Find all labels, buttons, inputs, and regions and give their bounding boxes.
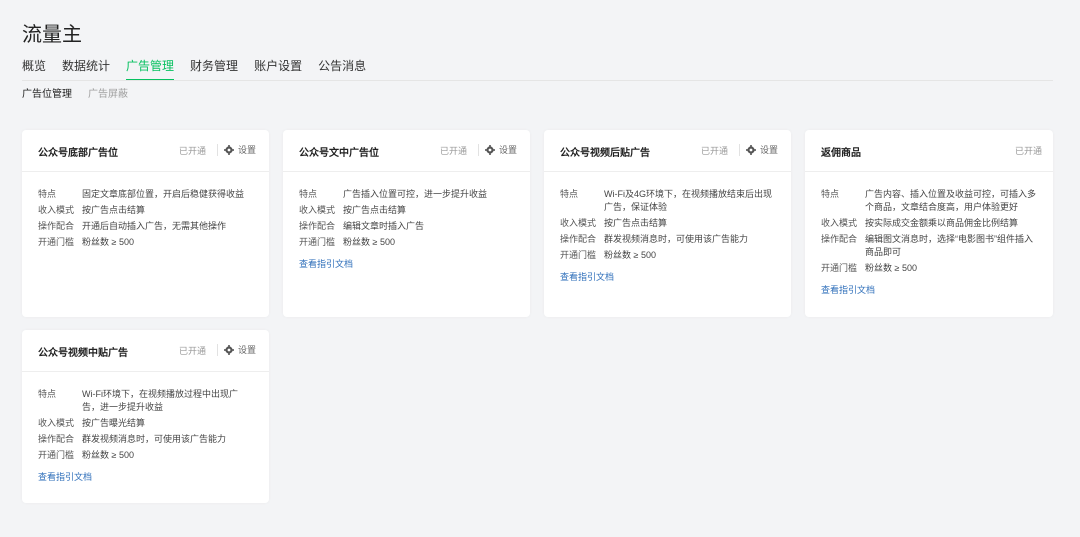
income-label: 收入模式 — [299, 205, 336, 215]
settings-label: 设置 — [499, 145, 518, 155]
settings-button[interactable]: 设置 — [224, 343, 256, 356]
operation-value: 群发视频消息时，可使用该广告能力 — [82, 434, 227, 444]
operation-value: 编辑文章时插入广告 — [343, 221, 425, 231]
card-title: 公众号视频中贴广告 — [38, 348, 128, 359]
ad-card-in-article: 公众号文中广告位 已开通 设置 特点 广告插入位置可控，进一步提升收益 收入模式按… — [283, 130, 530, 317]
ad-card-video-mid-roll: 公众号视频中贴广告 已开通 设置 特点 Wi-Fi环境下，在视频播放过程中出现广告… — [22, 330, 269, 503]
card-title: 公众号文中广告位 — [299, 148, 379, 159]
tab-finance[interactable]: 财务管理 — [190, 58, 238, 81]
page-title: 流量主 — [22, 24, 82, 46]
operation-label: 操作配合 — [560, 234, 597, 244]
tab-announcements[interactable]: 公告消息 — [318, 58, 366, 81]
gear-icon — [224, 144, 234, 155]
threshold-label: 开通门槛 — [560, 250, 597, 260]
income-value: 按广告曝光结算 — [82, 418, 146, 428]
feature-value: 固定文章底部位置，开启后稳健获得收益 — [82, 189, 245, 199]
main-tabs: 概览 数据统计 广告管理 财务管理 账户设置 公告消息 — [22, 58, 382, 82]
operation-value: 群发视频消息时，可使用该广告能力 — [604, 234, 749, 244]
ad-card-article-bottom: 公众号底部广告位 已开通 设置 特点 固定文章底部位置，开启后稳健获得收益 收入模… — [22, 130, 269, 317]
feature-label: 特点 — [38, 389, 57, 399]
operation-value: 编辑图文消息时，选择“电影图书”组件插入商品即可 — [865, 234, 1033, 257]
status-label: 已开通 — [179, 346, 207, 356]
settings-label: 设置 — [238, 345, 257, 355]
threshold-value: 粉丝数 ≥ 500 — [865, 263, 917, 273]
threshold-label: 开通门槛 — [38, 237, 75, 247]
tab-ad-management[interactable]: 广告管理 — [126, 58, 175, 81]
card-title: 公众号底部广告位 — [38, 148, 118, 159]
income-label: 收入模式 — [560, 218, 597, 228]
income-value: 按广告点击结算 — [604, 218, 668, 228]
feature-label: 特点 — [299, 189, 318, 199]
income-value: 按广告点击结算 — [82, 205, 146, 215]
settings-label: 设置 — [238, 145, 257, 155]
subtab-ad-slot-management[interactable]: 广告位管理 — [22, 88, 72, 102]
gear-icon — [746, 144, 756, 155]
threshold-label: 开通门槛 — [299, 237, 336, 247]
status-label: 已开通 — [440, 146, 468, 156]
settings-button[interactable]: 设置 — [746, 143, 778, 156]
ad-card-rebate-products: 返佣商品 已开通 特点 广告内容、插入位置及收益可控，可插入多个商品，文章结合度高… — [805, 130, 1053, 317]
feature-value: 广告内容、插入位置及收益可控，可插入多个商品，文章结合度高，用户体验更好 — [865, 189, 1037, 212]
subtab-ad-blocking[interactable]: 广告屏蔽 — [88, 88, 128, 102]
tab-data-statistics[interactable]: 数据统计 — [62, 58, 110, 81]
divider — [478, 144, 479, 156]
income-label: 收入模式 — [38, 418, 75, 428]
tabs-divider — [22, 80, 1053, 81]
tab-account-settings[interactable]: 账户设置 — [254, 58, 302, 81]
sub-tabs: 广告位管理 广告屏蔽 — [22, 88, 144, 102]
divider — [217, 344, 218, 356]
operation-label: 操作配合 — [38, 434, 75, 444]
settings-button[interactable]: 设置 — [224, 143, 256, 156]
feature-label: 特点 — [38, 189, 57, 199]
guide-doc-link[interactable]: 查看指引文档 — [821, 283, 1037, 296]
operation-label: 操作配合 — [38, 221, 75, 231]
settings-label: 设置 — [760, 145, 779, 155]
operation-label: 操作配合 — [299, 221, 336, 231]
divider — [739, 144, 740, 156]
card-title: 返佣商品 — [821, 148, 861, 159]
settings-button[interactable]: 设置 — [485, 143, 517, 156]
feature-value: Wi-Fi及4G环境下，在视频播放结束后出现广告，保证体验 — [604, 189, 772, 212]
threshold-value: 粉丝数 ≥ 500 — [82, 237, 134, 247]
status-label: 已开通 — [701, 146, 729, 156]
feature-value: Wi-Fi环境下，在视频播放过程中出现广告，进一步提升收益 — [82, 389, 238, 412]
feature-value: 广告插入位置可控，进一步提升收益 — [343, 189, 488, 199]
income-value: 按实际成交金额乘以商品佣金比例结算 — [865, 218, 1019, 228]
feature-label: 特点 — [560, 189, 579, 199]
income-value: 按广告点击结算 — [343, 205, 407, 215]
status-label: 已开通 — [1015, 146, 1043, 156]
threshold-value: 粉丝数 ≥ 500 — [82, 450, 134, 460]
guide-doc-link[interactable]: 查看指引文档 — [560, 270, 775, 283]
threshold-value: 粉丝数 ≥ 500 — [343, 237, 395, 247]
threshold-value: 粉丝数 ≥ 500 — [604, 250, 656, 260]
status-label: 已开通 — [179, 146, 207, 156]
threshold-label: 开通门槛 — [38, 450, 75, 460]
gear-icon — [224, 344, 234, 355]
feature-label: 特点 — [821, 189, 840, 199]
tab-overview[interactable]: 概览 — [22, 58, 46, 81]
income-label: 收入模式 — [821, 218, 858, 228]
card-title: 公众号视频后贴广告 — [560, 148, 650, 159]
operation-value: 开通后自动插入广告，无需其他操作 — [82, 221, 227, 231]
ad-card-video-post-roll: 公众号视频后贴广告 已开通 设置 特点 Wi-Fi及4G环境下，在视频播放结束后出… — [544, 130, 791, 317]
guide-doc-link[interactable]: 查看指引文档 — [299, 257, 514, 270]
guide-doc-link[interactable]: 查看指引文档 — [38, 470, 253, 483]
operation-label: 操作配合 — [821, 234, 858, 244]
divider — [217, 144, 218, 156]
threshold-label: 开通门槛 — [821, 263, 858, 273]
gear-icon — [485, 144, 495, 155]
income-label: 收入模式 — [38, 205, 75, 215]
